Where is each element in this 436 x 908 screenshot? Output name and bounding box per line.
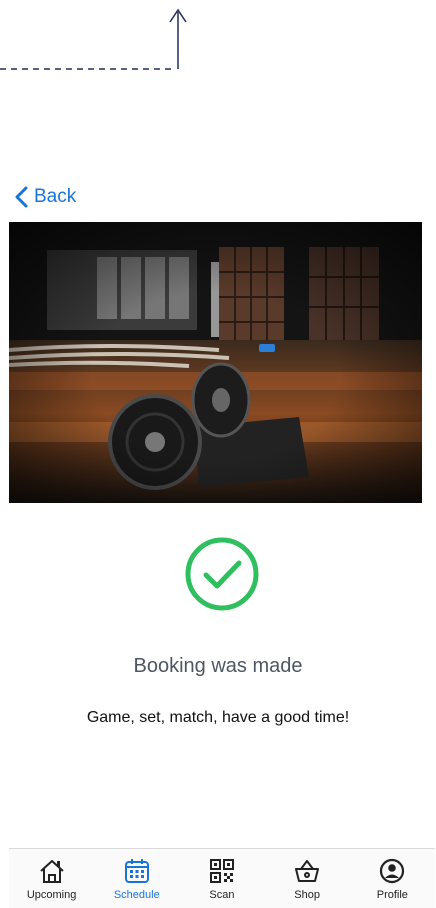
status-message: Game, set, match, have a good time!	[86, 709, 350, 726]
calendar-icon	[124, 859, 149, 883]
home-icon	[39, 860, 64, 883]
tab-profile[interactable]: Profile	[350, 849, 434, 901]
tab-schedule[interactable]: Schedule	[95, 849, 179, 901]
bottom-tab-bar: Upcoming Schedule Scan Shop Profile	[9, 848, 435, 908]
status-title: Booking was made	[133, 655, 303, 677]
back-label: Back	[34, 186, 77, 207]
tab-label: Upcoming	[26, 889, 77, 901]
success-check-icon	[185, 537, 259, 611]
qr-code-icon	[209, 859, 234, 883]
tab-label: Profile	[376, 889, 408, 901]
chevron-left-icon	[15, 186, 28, 208]
tab-label: Scan	[209, 889, 235, 901]
tab-shop[interactable]: Shop	[265, 849, 349, 901]
back-button[interactable]: Back	[14, 183, 76, 211]
tab-scan[interactable]: Scan	[180, 849, 264, 901]
hero-image	[9, 222, 422, 503]
profile-icon	[380, 858, 405, 884]
basket-icon	[295, 860, 320, 882]
annotation-arrow	[0, 8, 187, 70]
tab-upcoming[interactable]: Upcoming	[10, 849, 94, 901]
tab-label: Schedule	[113, 889, 160, 901]
tab-label: Shop	[294, 889, 320, 901]
